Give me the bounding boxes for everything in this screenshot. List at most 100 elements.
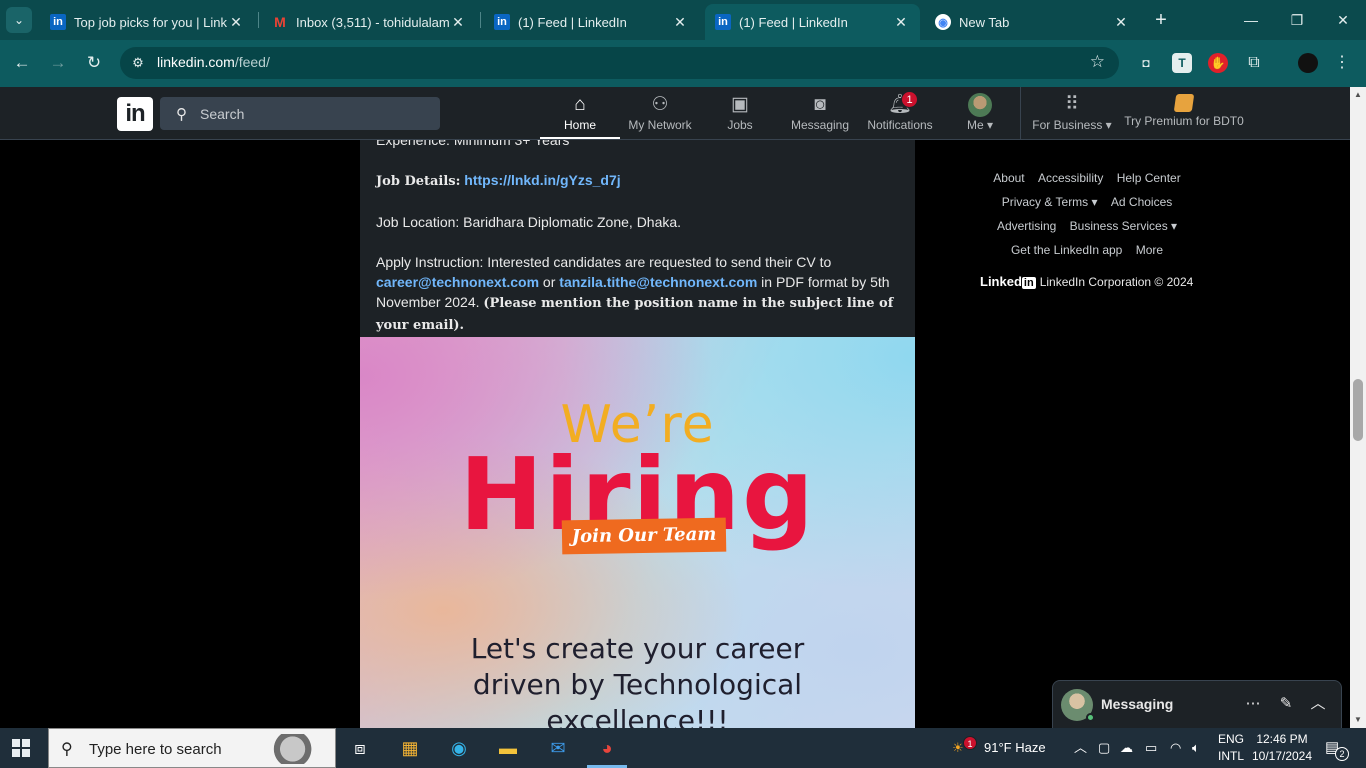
close-tab-icon[interactable]: ✕ (449, 14, 467, 31)
nav-jobs[interactable]: ▣ Jobs (700, 87, 780, 139)
back-arrow-icon[interactable]: ← (10, 51, 34, 75)
footer-link-business-services[interactable]: Business Services ▾ (1070, 219, 1177, 233)
linkedin-logo[interactable]: in (117, 97, 153, 131)
post-body: Experience: Minimum 3+ Years Job Details… (376, 140, 901, 337)
footer-link-help-center[interactable]: Help Center (1117, 171, 1181, 185)
nav-label: Home (563, 118, 596, 132)
weather-text[interactable]: 91°F Haze (984, 728, 1046, 768)
more-options-icon[interactable]: ⋯ (1242, 693, 1264, 715)
footer-link-privacy-terms[interactable]: Privacy & Terms ▾ (1002, 195, 1098, 209)
nav-me[interactable]: Me ▾ (945, 87, 1015, 139)
site-info-icon[interactable]: ⚙ (128, 53, 148, 73)
screenshot-camera-icon[interactable]: ◘ (1136, 53, 1156, 73)
clock-date: 10/17/2024 (1251, 749, 1313, 763)
nav-label: My Network (628, 118, 692, 132)
scroll-up-icon[interactable]: ▲ (1350, 87, 1366, 103)
gmail-favicon-icon: M (274, 14, 286, 30)
scroll-thumb[interactable] (1353, 379, 1363, 441)
chrome-taskbar-icon[interactable]: ◕ (587, 732, 627, 768)
footer-link-more[interactable]: More (1136, 243, 1163, 257)
microsoft-store-icon[interactable]: ▦ (390, 732, 430, 768)
footer-link-about[interactable]: About (993, 171, 1024, 185)
job-details-link[interactable]: https://lnkd.in/gYzs_d7j (464, 172, 620, 188)
join-our-team-tag: Join Our Team (561, 517, 727, 555)
file-explorer-icon[interactable]: ▬ (488, 732, 528, 768)
reload-icon[interactable]: ↻ (82, 51, 106, 75)
url-text[interactable]: linkedin.com/feed/ (157, 54, 270, 70)
new-tab-plus-icon[interactable]: + (1150, 10, 1172, 32)
tab-new-tab[interactable]: ◉ New Tab ✕ (925, 4, 1140, 40)
edge-browser-icon[interactable]: ◉ (439, 732, 479, 768)
footer-links: About Accessibility Help Center Privacy … (960, 166, 1214, 262)
input-language[interactable]: ENG INTL (1214, 731, 1248, 765)
nav-try-premium[interactable]: Try Premium for BDT0 (1122, 87, 1246, 139)
tab-title: (1) Feed | LinkedIn (518, 14, 627, 30)
windows-taskbar: ⚲ Type here to search ⧈ ▦ ◉ ▬ ✉ ◕ ☀ 1 91… (0, 728, 1366, 768)
footer-link-advertising[interactable]: Advertising (997, 219, 1056, 233)
close-tab-icon[interactable]: ✕ (227, 14, 245, 31)
experience-text: Experience: Minimum 3+ Years (376, 140, 570, 148)
restore-icon[interactable]: ❐ (1282, 8, 1312, 32)
address-bar[interactable]: ⚙ linkedin.com/feed/ ☆ (120, 47, 1119, 79)
nav-home[interactable]: ⌂ Home (540, 87, 620, 139)
minimize-icon[interactable]: — (1236, 8, 1266, 32)
url-path: /feed/ (234, 54, 270, 70)
bookmark-star-icon[interactable]: ☆ (1090, 52, 1105, 72)
email-link-career[interactable]: career@technonext.com (376, 274, 539, 290)
nav-for-business[interactable]: ⠿ For Business ▾ (1025, 87, 1119, 139)
image-tagline: Let's create your career driven by Techn… (360, 631, 915, 728)
taskbar-search-box[interactable]: ⚲ Type here to search (48, 728, 336, 768)
show-hidden-icons-icon[interactable]: ︿ (1074, 728, 1087, 768)
nav-my-network[interactable]: ⚇ My Network (620, 87, 700, 139)
close-tab-icon[interactable]: ✕ (671, 14, 689, 31)
home-icon: ⌂ (574, 94, 586, 115)
onedrive-cloud-icon[interactable]: ☁ (1120, 728, 1133, 768)
system-clock[interactable]: 12:46 PM 10/17/2024 (1250, 731, 1314, 765)
meet-now-icon[interactable]: ▢ (1098, 728, 1110, 768)
nav-messaging[interactable]: ◙ Messaging (780, 87, 860, 139)
keyboard-layout: INTL (1217, 749, 1244, 763)
tab-title: New Tab (959, 14, 1010, 30)
tab-title: Inbox (3,511) - tohidulalam9 (296, 14, 449, 30)
volume-icon[interactable]: 🔈︎ (1192, 728, 1200, 768)
extension-hand-icon[interactable]: ✋ (1208, 53, 1228, 73)
close-window-icon[interactable]: ✕ (1328, 8, 1358, 32)
windows-start-icon[interactable] (12, 739, 30, 757)
online-status-dot (1086, 713, 1095, 722)
footer-link-get-app[interactable]: Get the LinkedIn app (1011, 243, 1122, 257)
mail-icon[interactable]: ✉ (538, 732, 578, 768)
nav-label: Jobs (727, 118, 753, 132)
close-tab-icon[interactable]: ✕ (1112, 14, 1130, 31)
nav-label: Messaging (790, 118, 850, 132)
chrome-menu-icon[interactable]: ⋮ (1332, 53, 1352, 73)
linkedin-search-input[interactable]: ⚲ Search (160, 97, 440, 130)
tab-gmail-inbox[interactable]: M Inbox (3,511) - tohidulalam9 ✕ (262, 4, 477, 40)
compose-icon[interactable]: ✎ (1275, 693, 1297, 715)
profile-avatar[interactable] (1298, 53, 1318, 73)
footer-link-ad-choices[interactable]: Ad Choices (1111, 195, 1172, 209)
nav-notifications[interactable]: 🔔︎ Notifications 1 (860, 87, 940, 139)
chevron-up-icon[interactable]: ︿ (1307, 693, 1329, 715)
footer-row: Advertising Business Services ▾ (960, 214, 1214, 238)
page-scrollbar[interactable]: ▲ ▼ (1350, 87, 1366, 728)
task-view-icon[interactable]: ⧈ (340, 732, 380, 768)
email-link-tanzila[interactable]: tanzila.tithe@technonext.com (559, 274, 757, 290)
hiring-post-image[interactable]: We’re Hiring Join Our Team Let's create … (360, 337, 915, 728)
scroll-down-icon[interactable]: ▼ (1350, 712, 1366, 728)
footer-link-accessibility[interactable]: Accessibility (1038, 171, 1103, 185)
battery-icon[interactable]: ▭ (1145, 728, 1157, 768)
browser-tab-strip: ⌄ in Top job picks for you | LinkedIn ✕ … (0, 0, 1366, 40)
nav-label: Me ▾ (966, 118, 994, 132)
wifi-icon[interactable]: ◠ (1170, 728, 1181, 768)
messaging-overlay[interactable]: Messaging ⋯ ✎ ︿ (1052, 680, 1342, 728)
tab-feed-active[interactable]: in (1) Feed | LinkedIn ✕ (705, 4, 920, 40)
tab-search-chevron-icon[interactable]: ⌄ (6, 7, 32, 33)
job-details-label: Job Details: (376, 174, 461, 189)
extensions-puzzle-icon[interactable]: ⧉ (1244, 53, 1264, 73)
tab-job-picks[interactable]: in Top job picks for you | LinkedIn ✕ (40, 4, 255, 40)
extension-t-icon[interactable]: T (1172, 53, 1192, 73)
close-tab-icon[interactable]: ✕ (892, 14, 910, 31)
weather-icon[interactable]: ☀ (952, 728, 964, 768)
forward-arrow-icon[interactable]: → (46, 51, 70, 75)
tab-feed-1[interactable]: in (1) Feed | LinkedIn ✕ (484, 4, 699, 40)
